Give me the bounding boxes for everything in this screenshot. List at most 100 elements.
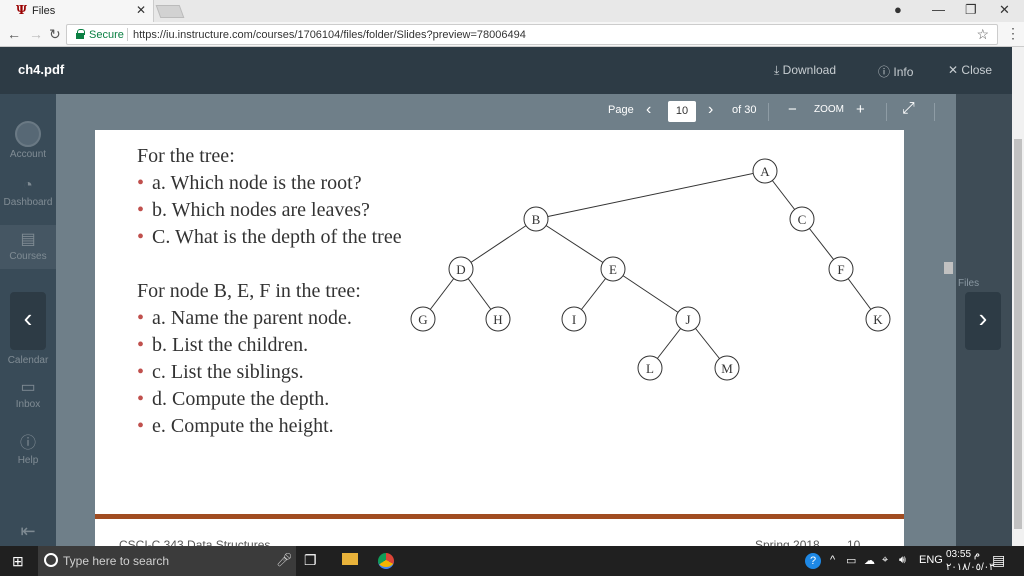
collapse-nav-icon[interactable]: ⇤	[0, 521, 56, 542]
tab-strip: Ψ Files ✕ ● — ❐ ✕	[0, 0, 1024, 22]
toolbar-divider	[886, 103, 887, 121]
tree-node-label: E	[609, 262, 617, 277]
previous-file-button[interactable]: ‹	[10, 292, 46, 350]
language-indicator[interactable]: ENG	[919, 554, 943, 566]
bookmark-star-icon[interactable]: ☆	[976, 26, 989, 43]
sidebar-item-account[interactable]: Account	[0, 121, 56, 160]
download-label: Download	[782, 63, 837, 77]
close-label: Close	[961, 63, 993, 77]
window-close-icon[interactable]: ✕	[999, 2, 1010, 18]
tree-edge-B-D	[460, 218, 537, 270]
zoom-out-icon[interactable]: −	[788, 101, 797, 118]
file-explorer-icon[interactable]	[342, 553, 358, 565]
taskbar-search[interactable]: Type here to search 🎤︎	[38, 546, 296, 576]
reload-icon[interactable]: ↻	[49, 26, 61, 43]
slide-footer-rule	[95, 514, 904, 519]
page-scrollbar[interactable]	[1012, 47, 1024, 546]
volume-icon[interactable]: 🔊︎	[899, 554, 906, 567]
help-tray-icon[interactable]: ?	[805, 553, 821, 569]
tree-node-J: J	[675, 306, 701, 332]
battery-icon[interactable]: ▭	[846, 554, 856, 567]
prev-page-icon[interactable]: ‹	[646, 101, 651, 119]
url-text[interactable]: https://iu.instructure.com/courses/17061…	[133, 29, 526, 41]
preview-header: ch4.pdf ⤓ Download ⓘ Info ✕ Close	[0, 47, 1012, 94]
footer-course: CSCI-C 343 Data Structures	[119, 538, 271, 546]
tree-node-I: I	[561, 306, 587, 332]
files-label: Files	[958, 278, 980, 289]
dashboard-icon: ◔	[23, 177, 33, 194]
next-page-icon[interactable]: ›	[708, 101, 713, 119]
chrome-taskbar-icon[interactable]	[378, 553, 394, 569]
tree-node-L: L	[637, 355, 663, 381]
page-label: Page	[608, 104, 634, 116]
chrome-menu-icon[interactable]: ⋮	[1006, 25, 1020, 42]
close-icon: ✕	[948, 63, 959, 77]
tree-node-label: I	[572, 312, 576, 327]
close-button[interactable]: ✕ Close	[948, 63, 992, 77]
tree-node-label: D	[456, 262, 465, 277]
scrollbar-thumb[interactable]	[1014, 139, 1022, 529]
info-icon: ⓘ	[878, 65, 891, 79]
close-tab-icon[interactable]: ✕	[136, 3, 146, 17]
windows-taskbar: ⊞ Type here to search 🎤︎ ❐ ? ^ ▭ ☁ ⌖ 🔊︎ …	[0, 546, 1024, 576]
profile-icon[interactable]: ●	[894, 2, 902, 17]
windows-start-icon[interactable]: ⊞	[12, 553, 24, 570]
url-omnibox[interactable]: Secure https://iu.instructure.com/course…	[66, 24, 998, 45]
fullscreen-icon[interactable]: ⤢	[902, 100, 915, 118]
iu-favicon-icon: Ψ	[16, 3, 27, 17]
sidebar-item-help[interactable]: ⓘ Help	[0, 429, 56, 466]
network-icon[interactable]: ⌖	[882, 554, 888, 567]
tab-title: Files	[32, 5, 56, 17]
clock-date[interactable]: ٢٠١٨/٠٥/٠٣	[946, 562, 995, 573]
toolbar-divider	[768, 103, 769, 121]
footer-term: Spring 2018	[755, 538, 820, 546]
courses-icon: ▤	[20, 231, 36, 248]
task-view-icon[interactable]: ❐	[304, 552, 317, 569]
download-icon: ⤓	[774, 63, 780, 77]
show-hidden-icons-icon[interactable]: ^	[830, 554, 835, 566]
tree-node-G: G	[410, 306, 436, 332]
sidebar-item-courses[interactable]: ▤ Courses	[0, 225, 56, 269]
tree-node-label: A	[760, 164, 770, 179]
tree-node-K: K	[865, 306, 891, 332]
zoom-label: ZOOM	[814, 104, 844, 115]
tree-diagram: A B C D E F G H I J K L M	[410, 158, 891, 381]
microphone-icon[interactable]: 🎤︎	[276, 552, 293, 568]
info-button[interactable]: ⓘ Info	[878, 63, 913, 80]
lock-icon	[76, 29, 85, 39]
minimize-icon[interactable]: —	[932, 2, 945, 17]
forward-icon[interactable]: →	[29, 26, 43, 42]
omnibox-divider	[127, 28, 128, 41]
tree-node-C: C	[789, 206, 815, 232]
tree-node-M: M	[714, 355, 740, 381]
action-center-icon[interactable]: ▤	[992, 552, 1005, 569]
document-title: ch4.pdf	[18, 62, 65, 77]
page-number-input[interactable]: 10	[668, 101, 696, 122]
clock-time[interactable]: 03:55 م	[946, 549, 980, 560]
tree-node-label: C	[798, 212, 807, 227]
tree-edge-A-B	[535, 170, 766, 220]
tree-node-label: J	[685, 312, 690, 327]
browser-tab[interactable]: Ψ Files ✕	[0, 0, 154, 22]
tree-node-label: G	[418, 312, 427, 327]
new-tab-button[interactable]	[155, 5, 185, 18]
zoom-in-icon[interactable]: +	[856, 101, 865, 118]
info-label: Info	[893, 65, 914, 79]
tree-node-label: F	[837, 262, 844, 277]
avatar	[15, 121, 41, 147]
restore-icon[interactable]: ❐	[965, 2, 977, 18]
viewer-scroll-thumb[interactable]	[944, 262, 953, 274]
pdf-toolbar: Page ‹ 10 › of 30 − ZOOM + ⤢	[56, 94, 956, 130]
back-icon[interactable]: ←	[7, 26, 21, 42]
sidebar-item-dashboard[interactable]: ◔ Dashboard	[0, 177, 56, 208]
cloud-icon[interactable]: ☁	[864, 554, 875, 567]
pdf-page: For the tree: • a. Which node is the root…	[95, 130, 904, 546]
sidebar-item-inbox[interactable]: ▭ Inbox	[0, 377, 56, 410]
chevron-left-icon: ‹	[23, 303, 33, 333]
download-button[interactable]: ⤓ Download	[774, 63, 836, 78]
tree-node-label: K	[873, 312, 883, 327]
tree-node-B: B	[523, 206, 549, 232]
tree-node-D: D	[448, 256, 474, 282]
cortana-icon	[44, 553, 58, 567]
next-file-button[interactable]: ›	[965, 292, 1001, 350]
